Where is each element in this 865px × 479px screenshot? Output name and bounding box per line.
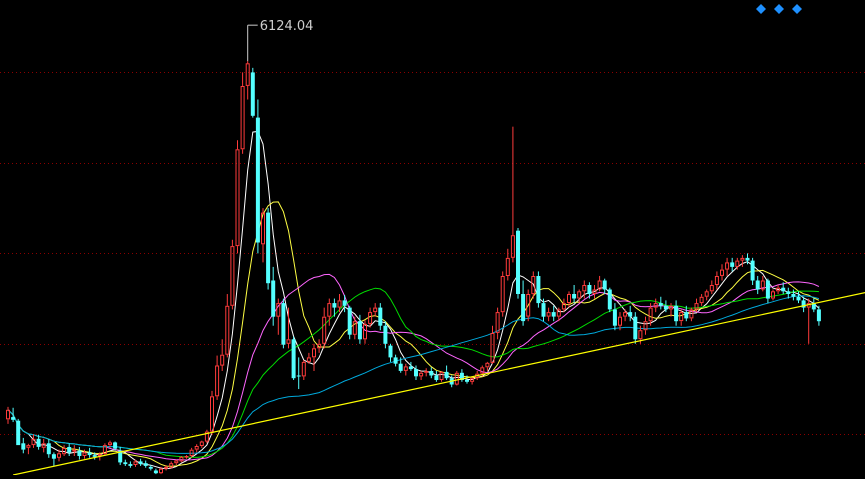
candle-body <box>51 454 56 459</box>
candle-body <box>378 307 383 326</box>
candle-body <box>684 312 689 319</box>
chart-background <box>0 0 865 475</box>
candle-down <box>516 228 520 299</box>
candle-body <box>633 316 638 340</box>
candle-body <box>266 212 271 284</box>
candle-body <box>663 305 668 310</box>
chart-canvas: 6124.04 <box>0 0 865 476</box>
candle-body <box>786 291 791 294</box>
candle-body <box>148 466 153 469</box>
candle-body <box>77 450 82 456</box>
candle-body <box>408 366 413 370</box>
candle-body <box>607 289 612 310</box>
candle-body <box>271 280 276 317</box>
candle-body <box>465 380 469 382</box>
candle-body <box>536 276 541 304</box>
candle-body <box>816 309 821 322</box>
candle-body <box>750 260 755 281</box>
candle-body <box>521 294 526 322</box>
candle-body <box>11 417 16 420</box>
candle-body <box>332 303 337 308</box>
candle-body <box>67 447 72 453</box>
candle-body <box>791 294 796 297</box>
candle-body <box>730 262 735 267</box>
candle-down <box>536 271 541 308</box>
candle-body <box>87 452 92 456</box>
candle-body <box>398 363 403 371</box>
candle-body <box>414 369 418 377</box>
candle-down <box>347 305 352 340</box>
candle-down <box>266 208 271 290</box>
candle-body <box>602 280 607 290</box>
candle-down <box>281 298 286 349</box>
candle-body <box>143 463 148 466</box>
candle-down <box>16 418 21 446</box>
candle-body <box>429 371 434 376</box>
candle-body <box>674 305 679 322</box>
candle-body <box>388 345 393 358</box>
candle-body <box>424 371 429 373</box>
candle-body <box>255 117 260 243</box>
candle-body <box>755 280 760 290</box>
candle-body <box>342 300 347 306</box>
candle-body <box>128 464 133 466</box>
candle-body <box>164 466 169 469</box>
candle-body <box>113 442 118 449</box>
candle-body <box>516 230 520 294</box>
candle-down <box>607 287 612 313</box>
candle-body <box>383 325 388 344</box>
candle-down <box>633 312 638 344</box>
candle-body <box>281 303 286 345</box>
candle-body <box>765 280 770 299</box>
candle-body <box>434 375 439 380</box>
candle-body <box>444 371 449 379</box>
candle-body <box>612 309 617 326</box>
candle-body <box>393 357 398 364</box>
candle-body <box>291 339 296 379</box>
candle-body <box>796 296 801 301</box>
candle-body <box>138 461 143 465</box>
candle-body <box>123 462 128 465</box>
candle-down <box>291 336 296 380</box>
candle-down <box>250 67 255 118</box>
candle-body <box>587 285 592 294</box>
candle-body <box>347 307 352 335</box>
candle-body <box>250 72 255 116</box>
candle-body <box>21 443 26 450</box>
candle-body <box>781 287 786 292</box>
candle-body <box>72 449 77 452</box>
max-price-label: 6124.04 <box>260 19 314 34</box>
candle-body <box>16 420 21 446</box>
candle-body <box>658 303 663 306</box>
candle-body <box>541 303 546 317</box>
candle-body <box>572 294 577 299</box>
candle-body <box>357 321 362 340</box>
candle-body <box>745 257 750 261</box>
candle-down <box>255 99 260 254</box>
candle-body <box>97 454 102 457</box>
candle-body <box>551 312 556 317</box>
candle-body <box>46 443 51 455</box>
candlestick-chart: 6124.04 <box>0 0 865 476</box>
candle-body <box>184 456 189 458</box>
candle-body <box>36 438 41 447</box>
candle-body <box>296 375 301 377</box>
candle-body <box>628 312 633 317</box>
candle-body <box>153 470 158 474</box>
